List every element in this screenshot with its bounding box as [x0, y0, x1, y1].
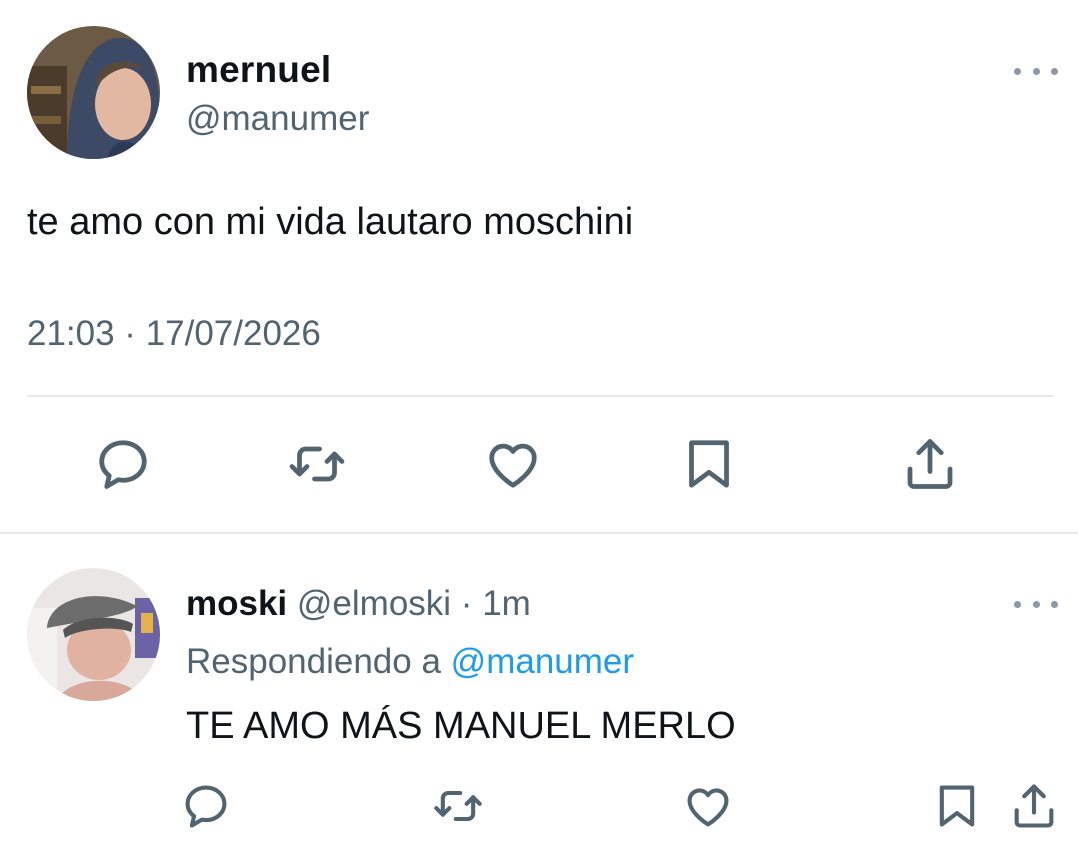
like-icon	[489, 443, 537, 488]
reply-author-avatar[interactable]	[27, 568, 160, 701]
more-horizontal-icon	[1014, 67, 1021, 75]
share-icon	[1014, 784, 1054, 828]
reply-bookmark-button[interactable]	[931, 780, 983, 832]
bookmark-icon	[939, 785, 975, 827]
replying-label: Respondiendo a	[186, 642, 441, 681]
author-name[interactable]: mernuel	[186, 48, 331, 92]
bookmark-button[interactable]	[679, 434, 739, 494]
avatar-image	[27, 26, 160, 159]
reply-header: moski @elmoski · 1m	[186, 583, 531, 625]
replying-to-mention[interactable]: @manumer	[451, 642, 634, 681]
reply-author-name[interactable]: moski	[186, 584, 287, 623]
reply-text: TE AMO MÁS MANUEL MERLO	[186, 705, 736, 747]
divider	[27, 395, 1054, 397]
reply-retweet-button[interactable]	[432, 780, 484, 832]
more-horizontal-icon	[1014, 600, 1021, 608]
retweet-icon	[434, 790, 482, 822]
retweet-icon	[289, 446, 345, 482]
bookmark-icon	[689, 440, 729, 488]
reply-icon	[185, 785, 227, 828]
share-icon	[907, 439, 953, 489]
reply-icon	[99, 440, 147, 489]
reply-time[interactable]: 1m	[482, 584, 531, 623]
reply-reply-button[interactable]	[180, 780, 232, 832]
separator-dot: ·	[460, 584, 473, 623]
tweet-text: te amo con mi vida lautaro moschini	[27, 201, 634, 243]
divider	[0, 532, 1078, 534]
reply-like-button[interactable]	[682, 780, 734, 832]
retweet-button[interactable]	[287, 434, 347, 494]
share-button[interactable]	[900, 434, 960, 494]
more-options-button[interactable]	[1014, 64, 1058, 78]
reply-author-handle[interactable]: @elmoski	[297, 584, 451, 623]
like-icon	[687, 788, 729, 827]
replying-to: Respondiendo a @manumer	[186, 641, 634, 683]
author-handle[interactable]: @manumer	[186, 98, 369, 140]
reply-share-button[interactable]	[1008, 780, 1060, 832]
reply-more-options-button[interactable]	[1014, 597, 1058, 611]
author-avatar[interactable]	[27, 26, 160, 159]
like-button[interactable]	[483, 434, 543, 494]
reply-button[interactable]	[93, 434, 153, 494]
avatar-image	[27, 568, 160, 701]
tweet-timestamp[interactable]: 21:03 · 17/07/2026	[27, 313, 321, 355]
